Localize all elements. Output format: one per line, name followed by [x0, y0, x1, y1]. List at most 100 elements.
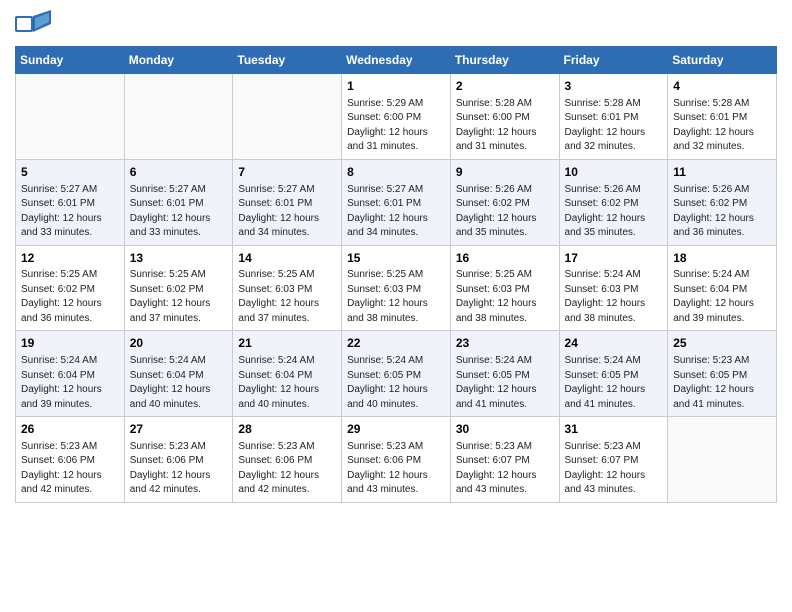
calendar-cell: 26 Sunrise: 5:23 AM Sunset: 6:06 PM Dayli…	[16, 417, 125, 503]
calendar-cell: 23 Sunrise: 5:24 AM Sunset: 6:05 PM Dayli…	[450, 331, 559, 417]
day-number: 11	[673, 164, 771, 181]
day-info: Sunrise: 5:26 AM Sunset: 6:02 PM Dayligh…	[673, 183, 771, 241]
day-number: 9	[456, 164, 554, 181]
calendar-cell: 22 Sunrise: 5:24 AM Sunset: 6:05 PM Dayli…	[342, 331, 451, 417]
day-info: Sunrise: 5:28 AM Sunset: 6:01 PM Dayligh…	[565, 97, 663, 155]
day-number: 12	[21, 250, 119, 267]
day-number: 7	[238, 164, 336, 181]
day-number: 20	[130, 335, 228, 352]
calendar-cell	[233, 74, 342, 160]
header-wednesday: Wednesday	[342, 47, 451, 74]
day-info: Sunrise: 5:24 AM Sunset: 6:05 PM Dayligh…	[456, 354, 554, 412]
day-info: Sunrise: 5:26 AM Sunset: 6:02 PM Dayligh…	[565, 183, 663, 241]
calendar-cell: 11 Sunrise: 5:26 AM Sunset: 6:02 PM Dayli…	[668, 159, 777, 245]
day-number: 21	[238, 335, 336, 352]
day-number: 18	[673, 250, 771, 267]
day-info: Sunrise: 5:25 AM Sunset: 6:03 PM Dayligh…	[456, 268, 554, 326]
calendar-cell: 3 Sunrise: 5:28 AM Sunset: 6:01 PM Daylig…	[559, 74, 668, 160]
day-number: 31	[565, 421, 663, 438]
calendar-cell: 31 Sunrise: 5:23 AM Sunset: 6:07 PM Dayli…	[559, 417, 668, 503]
header-monday: Monday	[124, 47, 233, 74]
calendar-cell	[16, 74, 125, 160]
header-tuesday: Tuesday	[233, 47, 342, 74]
day-info: Sunrise: 5:27 AM Sunset: 6:01 PM Dayligh…	[21, 183, 119, 241]
day-info: Sunrise: 5:27 AM Sunset: 6:01 PM Dayligh…	[130, 183, 228, 241]
calendar-cell	[668, 417, 777, 503]
day-info: Sunrise: 5:24 AM Sunset: 6:04 PM Dayligh…	[238, 354, 336, 412]
day-number: 22	[347, 335, 445, 352]
day-number: 19	[21, 335, 119, 352]
calendar-week-row: 1 Sunrise: 5:29 AM Sunset: 6:00 PM Daylig…	[16, 74, 777, 160]
day-number: 26	[21, 421, 119, 438]
day-number: 30	[456, 421, 554, 438]
calendar-cell: 16Sunrise: 5:25 AM Sunset: 6:03 PM Dayli…	[450, 245, 559, 331]
day-info: Sunrise: 5:25 AM Sunset: 6:03 PM Dayligh…	[238, 268, 336, 326]
day-number: 13	[130, 250, 228, 267]
calendar-cell: 8 Sunrise: 5:27 AM Sunset: 6:01 PM Daylig…	[342, 159, 451, 245]
day-number: 6	[130, 164, 228, 181]
calendar-cell: 20 Sunrise: 5:24 AM Sunset: 6:04 PM Dayli…	[124, 331, 233, 417]
calendar-cell: 5 Sunrise: 5:27 AM Sunset: 6:01 PM Daylig…	[16, 159, 125, 245]
day-info: Sunrise: 5:23 AM Sunset: 6:07 PM Dayligh…	[456, 440, 554, 498]
calendar-cell: 30 Sunrise: 5:23 AM Sunset: 6:07 PM Dayli…	[450, 417, 559, 503]
day-info: Sunrise: 5:23 AM Sunset: 6:06 PM Dayligh…	[21, 440, 119, 498]
day-info: Sunrise: 5:28 AM Sunset: 6:00 PM Dayligh…	[456, 97, 554, 155]
calendar-cell: 13Sunrise: 5:25 AM Sunset: 6:02 PM Dayli…	[124, 245, 233, 331]
calendar-cell: 15Sunrise: 5:25 AM Sunset: 6:03 PM Dayli…	[342, 245, 451, 331]
day-info: Sunrise: 5:23 AM Sunset: 6:06 PM Dayligh…	[238, 440, 336, 498]
day-info: Sunrise: 5:27 AM Sunset: 6:01 PM Dayligh…	[238, 183, 336, 241]
day-info: Sunrise: 5:24 AM Sunset: 6:05 PM Dayligh…	[565, 354, 663, 412]
day-info: Sunrise: 5:24 AM Sunset: 6:03 PM Dayligh…	[565, 268, 663, 326]
day-number: 2	[456, 78, 554, 95]
day-number: 3	[565, 78, 663, 95]
day-number: 1	[347, 78, 445, 95]
day-info: Sunrise: 5:28 AM Sunset: 6:01 PM Dayligh…	[673, 97, 771, 155]
day-info: Sunrise: 5:23 AM Sunset: 6:05 PM Dayligh…	[673, 354, 771, 412]
day-info: Sunrise: 5:26 AM Sunset: 6:02 PM Dayligh…	[456, 183, 554, 241]
calendar-cell: 17Sunrise: 5:24 AM Sunset: 6:03 PM Dayli…	[559, 245, 668, 331]
day-info: Sunrise: 5:24 AM Sunset: 6:05 PM Dayligh…	[347, 354, 445, 412]
calendar-week-row: 5 Sunrise: 5:27 AM Sunset: 6:01 PM Daylig…	[16, 159, 777, 245]
page-header	[15, 10, 777, 38]
day-number: 27	[130, 421, 228, 438]
day-info: Sunrise: 5:23 AM Sunset: 6:07 PM Dayligh…	[565, 440, 663, 498]
calendar-cell: 4 Sunrise: 5:28 AM Sunset: 6:01 PM Daylig…	[668, 74, 777, 160]
day-number: 14	[238, 250, 336, 267]
calendar-table: SundayMondayTuesdayWednesdayThursdayFrid…	[15, 46, 777, 503]
logo	[15, 10, 55, 38]
day-info: Sunrise: 5:24 AM Sunset: 6:04 PM Dayligh…	[673, 268, 771, 326]
calendar-cell: 12Sunrise: 5:25 AM Sunset: 6:02 PM Dayli…	[16, 245, 125, 331]
day-info: Sunrise: 5:25 AM Sunset: 6:03 PM Dayligh…	[347, 268, 445, 326]
calendar-cell: 28 Sunrise: 5:23 AM Sunset: 6:06 PM Dayli…	[233, 417, 342, 503]
calendar-header-row: SundayMondayTuesdayWednesdayThursdayFrid…	[16, 47, 777, 74]
calendar-cell: 27 Sunrise: 5:23 AM Sunset: 6:06 PM Dayli…	[124, 417, 233, 503]
day-number: 28	[238, 421, 336, 438]
header-friday: Friday	[559, 47, 668, 74]
calendar-cell: 1 Sunrise: 5:29 AM Sunset: 6:00 PM Daylig…	[342, 74, 451, 160]
header-thursday: Thursday	[450, 47, 559, 74]
calendar-cell: 7 Sunrise: 5:27 AM Sunset: 6:01 PM Daylig…	[233, 159, 342, 245]
day-info: Sunrise: 5:27 AM Sunset: 6:01 PM Dayligh…	[347, 183, 445, 241]
day-number: 16	[456, 250, 554, 267]
day-info: Sunrise: 5:29 AM Sunset: 6:00 PM Dayligh…	[347, 97, 445, 155]
day-number: 24	[565, 335, 663, 352]
calendar-cell: 18Sunrise: 5:24 AM Sunset: 6:04 PM Dayli…	[668, 245, 777, 331]
calendar-week-row: 19 Sunrise: 5:24 AM Sunset: 6:04 PM Dayli…	[16, 331, 777, 417]
day-number: 15	[347, 250, 445, 267]
day-info: Sunrise: 5:24 AM Sunset: 6:04 PM Dayligh…	[21, 354, 119, 412]
day-number: 10	[565, 164, 663, 181]
day-info: Sunrise: 5:23 AM Sunset: 6:06 PM Dayligh…	[130, 440, 228, 498]
header-sunday: Sunday	[16, 47, 125, 74]
day-info: Sunrise: 5:24 AM Sunset: 6:04 PM Dayligh…	[130, 354, 228, 412]
day-number: 23	[456, 335, 554, 352]
logo-icon	[15, 10, 51, 38]
calendar-cell: 24 Sunrise: 5:24 AM Sunset: 6:05 PM Dayli…	[559, 331, 668, 417]
day-number: 4	[673, 78, 771, 95]
calendar-cell	[124, 74, 233, 160]
day-number: 8	[347, 164, 445, 181]
day-info: Sunrise: 5:25 AM Sunset: 6:02 PM Dayligh…	[21, 268, 119, 326]
calendar-week-row: 12Sunrise: 5:25 AM Sunset: 6:02 PM Dayli…	[16, 245, 777, 331]
day-number: 5	[21, 164, 119, 181]
header-saturday: Saturday	[668, 47, 777, 74]
day-info: Sunrise: 5:23 AM Sunset: 6:06 PM Dayligh…	[347, 440, 445, 498]
